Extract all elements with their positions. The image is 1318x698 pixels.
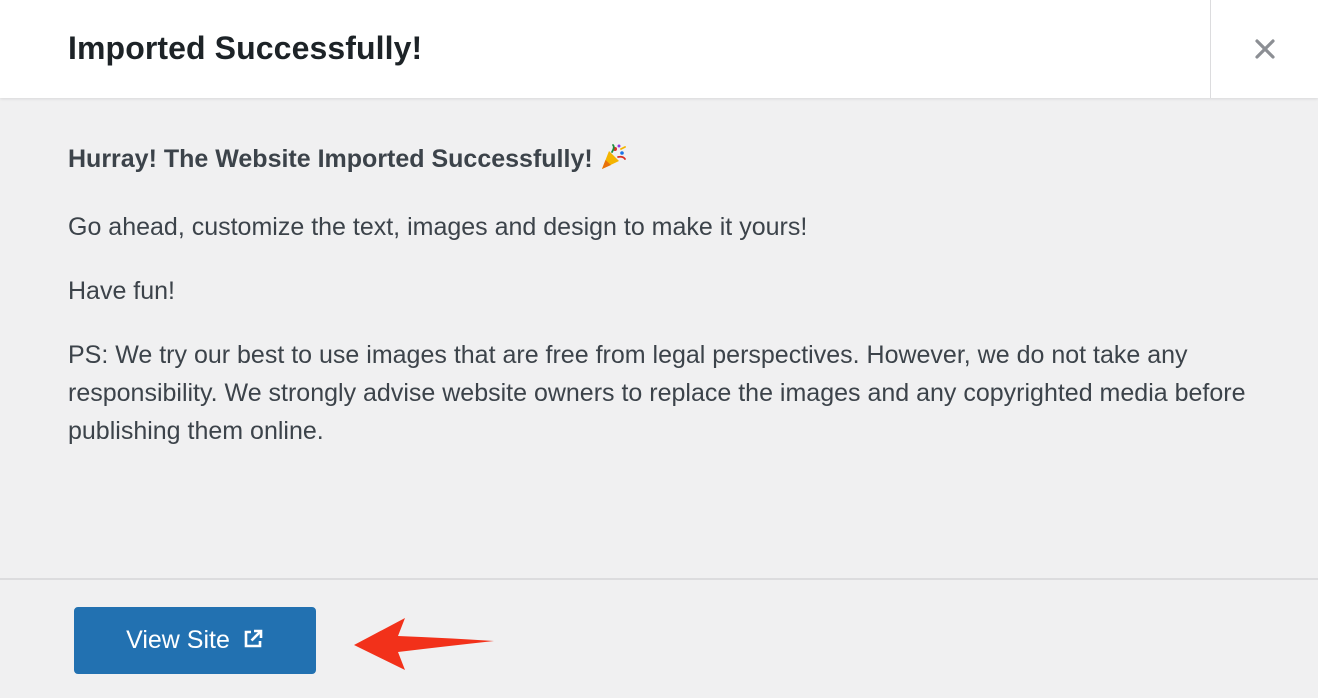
dialog-title: Imported Successfully! (68, 30, 423, 66)
body-paragraph-customize: Go ahead, customize the text, images and… (68, 213, 808, 241)
external-link-icon (244, 629, 263, 647)
success-heading: Hurray! The Website Imported Successfull… (68, 140, 1258, 182)
party-popper-icon (599, 143, 627, 182)
dialog-header: Imported Successfully! (0, 0, 1318, 98)
view-site-button[interactable]: View Site (74, 607, 316, 674)
body-paragraph-disclaimer: PS: We try our best to use images that a… (68, 341, 1246, 445)
dialog-body: Hurray! The Website Imported Successfull… (68, 140, 1258, 476)
footer-divider (0, 578, 1318, 580)
body-paragraph-have-fun: Have fun! (68, 277, 176, 305)
red-arrow-icon (354, 618, 494, 670)
success-heading-text: Hurray! The Website Imported Successfull… (68, 145, 593, 173)
import-success-dialog: Imported Successfully! Hurray! The Websi… (0, 0, 1318, 698)
view-site-label: View Site (126, 626, 230, 654)
close-button[interactable] (1210, 0, 1318, 98)
close-icon (1254, 39, 1275, 59)
